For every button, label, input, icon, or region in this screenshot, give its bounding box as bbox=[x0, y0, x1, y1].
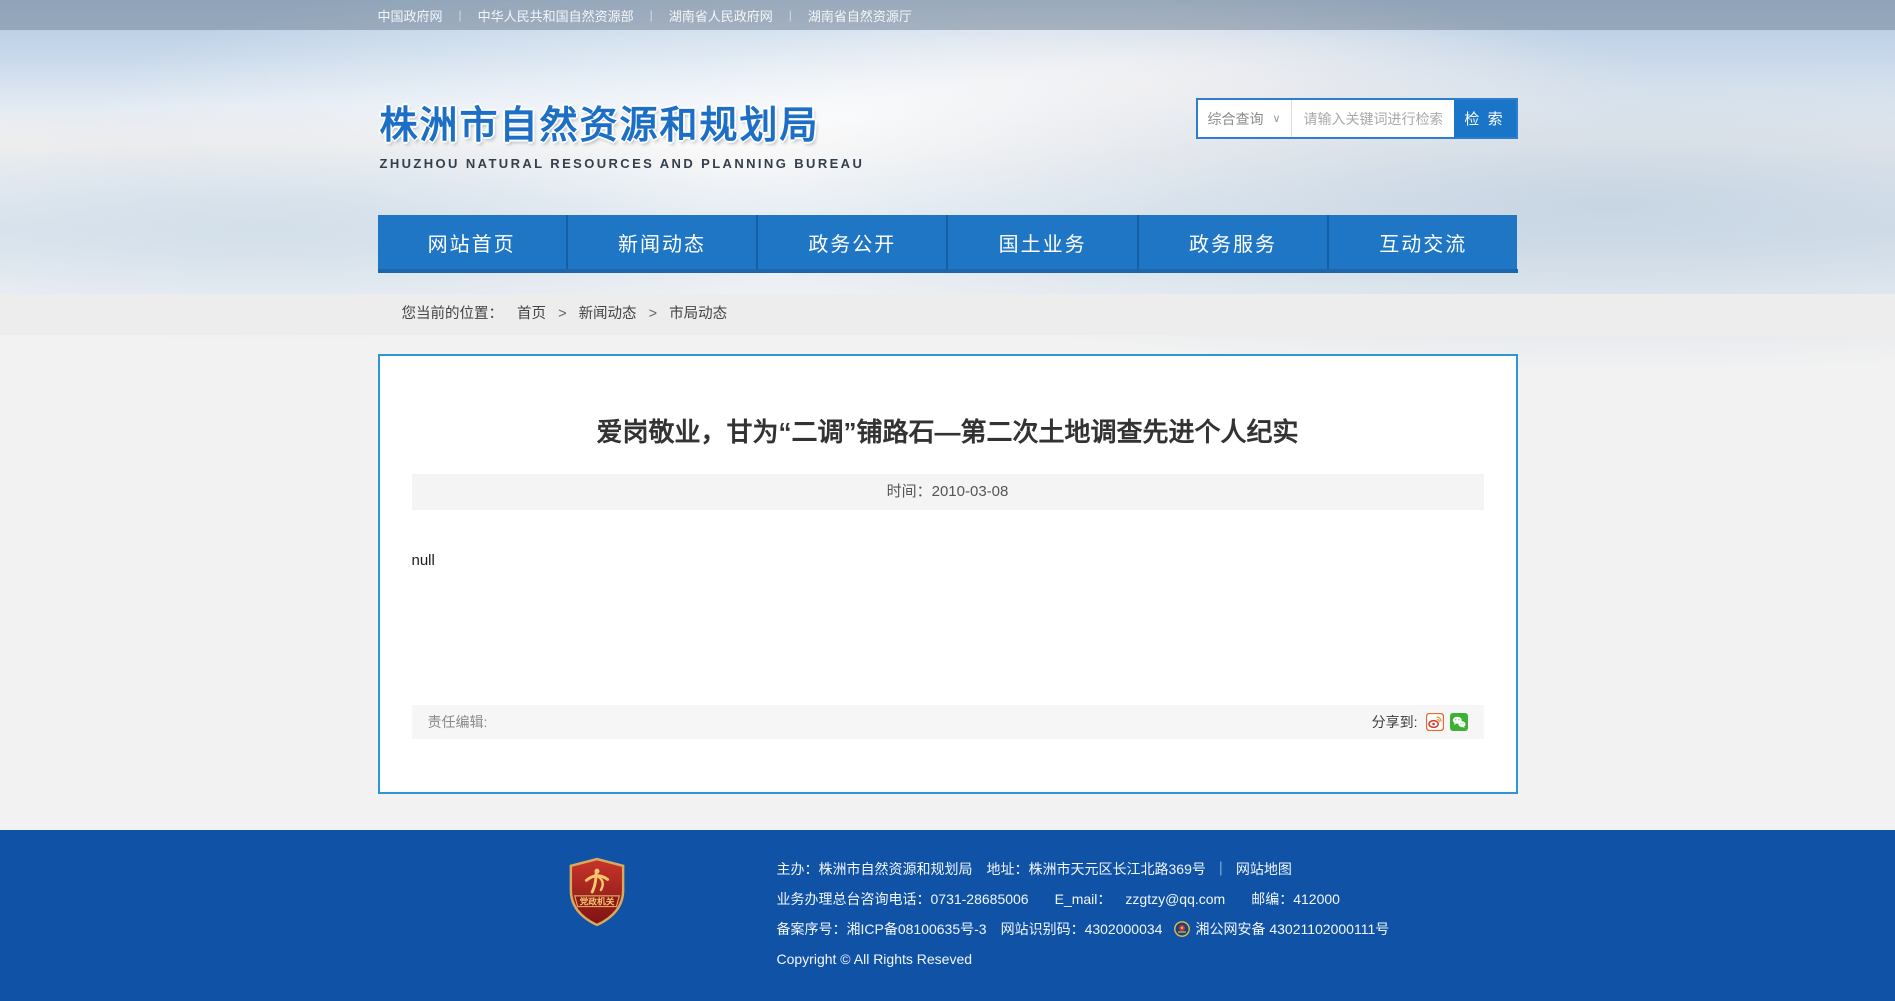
site-title: 株洲市自然资源和规划局 bbox=[379, 105, 820, 147]
article-card: 爱岗敬业，甘为“二调”铺路石—第二次土地调查先进个人纪实 时间：2010-03-… bbox=[377, 354, 1518, 794]
breadcrumb-label: 您当前的位置： bbox=[401, 306, 504, 322]
article-meta-time: 时间：2010-03-08 bbox=[411, 474, 1484, 510]
site-search: 综合查询 ∨ 检 索 bbox=[1195, 98, 1518, 139]
main-nav: 网站首页 新闻动态 政务公开 国土业务 政务服务 互动交流 bbox=[377, 215, 1518, 273]
footer-email-label: E_mail： bbox=[1054, 891, 1112, 907]
top-link-hunan-gov[interactable]: 湖南省人民政府网 bbox=[669, 6, 773, 25]
footer-police-record-link[interactable]: 湘公网安备 43021102000111号 bbox=[1195, 921, 1389, 937]
search-category-select[interactable]: 综合查询 ∨ bbox=[1197, 100, 1292, 137]
site-logo: 株洲市自然资源和规划局 ZHUZHOU NATURAL RESOURCES AN… bbox=[380, 94, 865, 171]
breadcrumb-separator: > bbox=[648, 306, 658, 322]
nav-item-gov-disclosure[interactable]: 政务公开 bbox=[758, 215, 949, 269]
breadcrumb-separator: > bbox=[558, 306, 567, 322]
footer-host: 主办：株洲市自然资源和规划局 bbox=[776, 861, 973, 877]
breadcrumb-item-home[interactable]: 首页 bbox=[517, 306, 546, 322]
nav-item-gov-services[interactable]: 政务服务 bbox=[1138, 215, 1330, 269]
top-link-separator: | bbox=[649, 8, 653, 22]
top-link-separator: | bbox=[788, 8, 792, 22]
footer-sitemap-link[interactable]: 网站地图 bbox=[1236, 861, 1292, 877]
nav-item-home[interactable]: 网站首页 bbox=[377, 215, 568, 269]
sina-weibo-icon[interactable] bbox=[1425, 713, 1444, 731]
chevron-down-icon: ∨ bbox=[1272, 113, 1281, 125]
top-links-inner: 中国政府网 | 中华人民共和国自然资源部 | 湖南省人民政府网 | 湖南省自然资… bbox=[378, 6, 1518, 25]
footer-divider: ｜ bbox=[1213, 861, 1228, 877]
footer-inner: 党政机关 主办：株洲市自然资源和规划局 地址：株洲市天元区长江北路369号 ｜ 网站地… bbox=[378, 830, 1518, 1001]
wechat-icon[interactable] bbox=[1449, 713, 1468, 731]
top-links-bar: 中国政府网 | 中华人民共和国自然资源部 | 湖南省人民政府网 | 湖南省自然资… bbox=[0, 0, 1895, 30]
nav-item-news[interactable]: 新闻动态 bbox=[567, 215, 759, 269]
footer-text-block: 主办：株洲市自然资源和规划局 地址：株洲市天元区长江北路369号 ｜ 网站地图 业务办… bbox=[777, 854, 1390, 974]
party-government-shield-icon: 党政机关 bbox=[566, 857, 628, 932]
top-link-gov-china[interactable]: 中国政府网 bbox=[378, 6, 443, 25]
breadcrumb-item-bureau-news[interactable]: 市局动态 bbox=[669, 306, 727, 322]
footer: 党政机关 主办：株洲市自然资源和规划局 地址：株洲市天元区长江北路369号 ｜ 网站地… bbox=[0, 830, 1895, 1001]
share-group: 分享到: bbox=[1372, 712, 1468, 732]
footer-copyright: Copyright © All Rights Reseved bbox=[776, 951, 973, 967]
top-link-hunan-natural-resources[interactable]: 湖南省自然资源厅 bbox=[808, 6, 912, 25]
breadcrumb-band: 您当前的位置： 首页 > 新闻动态 > 市局动态 bbox=[0, 294, 1895, 335]
footer-record-line: 备案序号：湘ICP备08100635号-3 网站识别码：4302000034 湘公网… bbox=[777, 914, 1390, 944]
police-badge-icon bbox=[1174, 921, 1191, 940]
footer-icp-record: 备案序号：湘ICP备08100635号-3 bbox=[776, 921, 987, 937]
article-body: null bbox=[411, 552, 435, 569]
site-subtitle-english: ZHUZHOU NATURAL RESOURCES AND PLANNING B… bbox=[379, 156, 865, 171]
top-link-ministry-natural-resources[interactable]: 中华人民共和国自然资源部 bbox=[478, 6, 634, 25]
footer-contact-line: 业务办理总台咨询电话：0731-28685006 E_mail： zzgtzy@qq… bbox=[777, 884, 1390, 914]
breadcrumb: 您当前的位置： 首页 > 新闻动态 > 市局动态 bbox=[378, 294, 1518, 335]
footer-address: 地址：株洲市天元区长江北路369号 bbox=[986, 861, 1206, 877]
footer-phone: 业务办理总台咨询电话：0731-28685006 bbox=[776, 891, 1029, 907]
top-link-separator: | bbox=[458, 8, 462, 22]
search-input[interactable] bbox=[1291, 100, 1454, 137]
shield-badge-text: 党政机关 bbox=[579, 896, 614, 907]
footer-org-line: 主办：株洲市自然资源和规划局 地址：株洲市天元区长江北路369号 ｜ 网站地图 bbox=[777, 854, 1390, 884]
nav-item-interaction[interactable]: 互动交流 bbox=[1329, 215, 1518, 269]
breadcrumb-item-news[interactable]: 新闻动态 bbox=[579, 306, 637, 322]
footer-postcode: 邮编：412000 bbox=[1251, 891, 1340, 907]
editor-label: 责任编辑: bbox=[427, 714, 488, 730]
footer-site-code: 网站识别码：4302000034 bbox=[1000, 921, 1163, 937]
search-button[interactable]: 检 索 bbox=[1453, 100, 1516, 137]
share-label: 分享到: bbox=[1371, 714, 1418, 730]
search-category-value: 综合查询 bbox=[1207, 110, 1264, 127]
editor-share-bar: 责任编辑: 分享到: bbox=[411, 705, 1484, 739]
site-header: 株洲市自然资源和规划局 ZHUZHOU NATURAL RESOURCES AN… bbox=[378, 30, 1518, 215]
article-title: 爱岗敬业，甘为“二调”铺路石—第二次土地调查先进个人纪实 bbox=[596, 417, 1299, 447]
nav-item-land-business[interactable]: 国土业务 bbox=[948, 215, 1139, 269]
footer-email-link[interactable]: zzgtzy@qq.com bbox=[1125, 891, 1225, 907]
